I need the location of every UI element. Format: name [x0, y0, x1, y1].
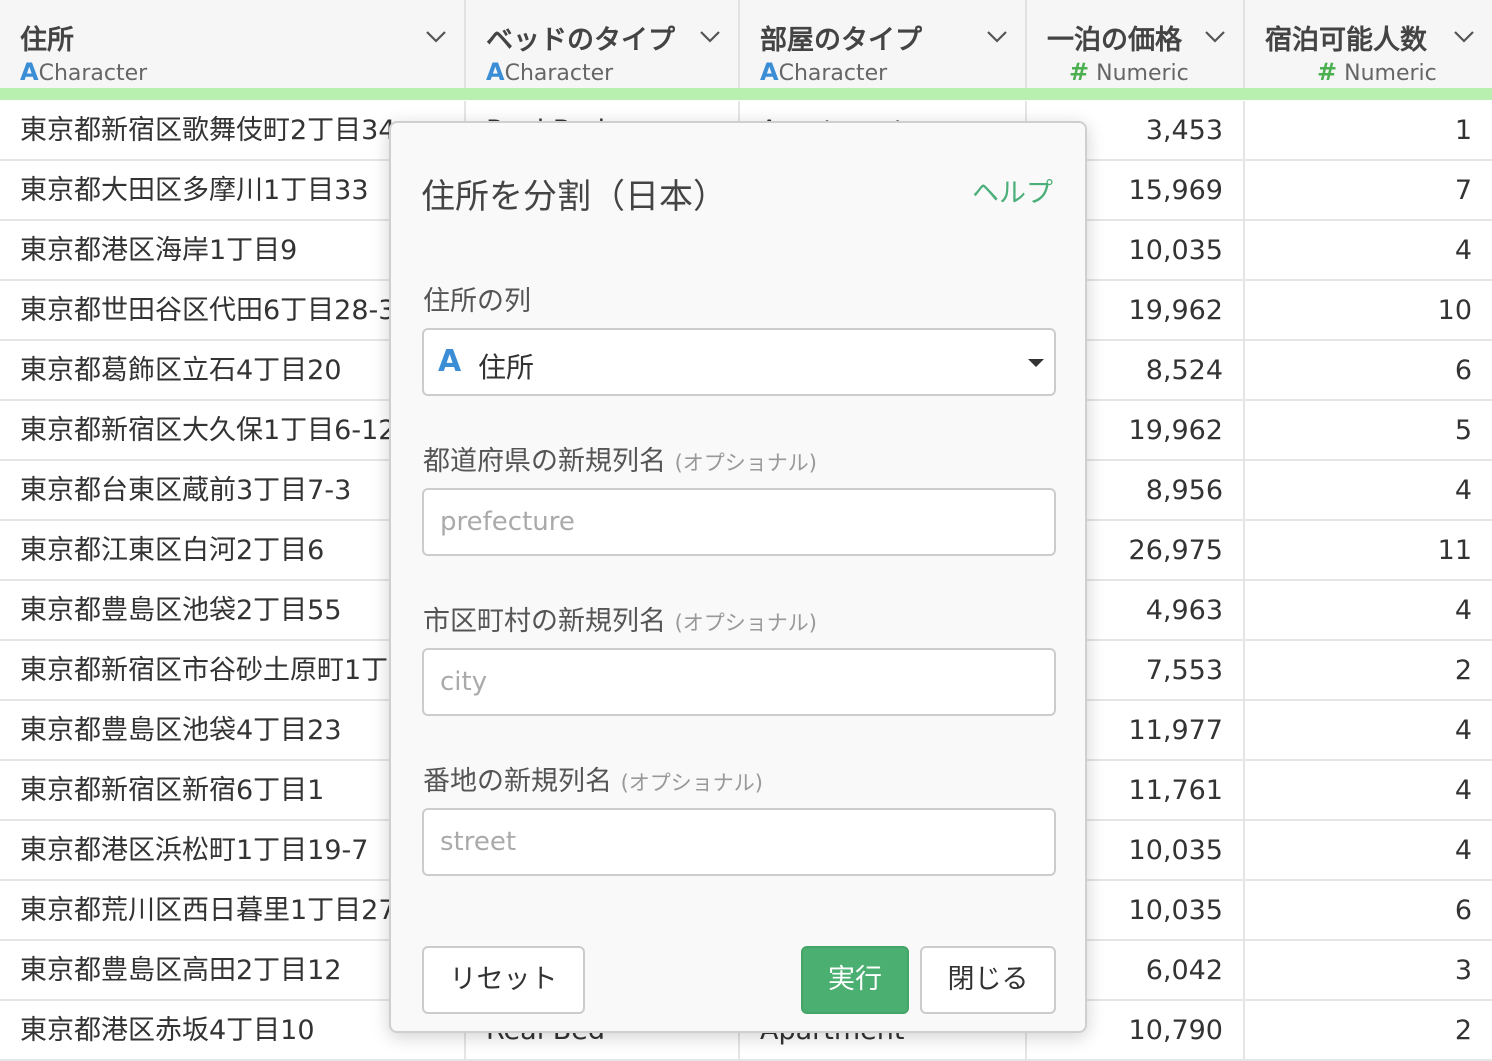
column-header-title: 宿泊可能人数	[1265, 25, 1427, 56]
chevron-down-icon[interactable]	[985, 26, 1009, 46]
column-header-title: 部屋のタイプ	[760, 25, 922, 56]
character-type-icon: A	[20, 58, 39, 86]
column-type-label: # Numeric	[1317, 58, 1437, 86]
table-cell-guests: 2	[1454, 655, 1472, 686]
address-column-select[interactable]: A 住所	[422, 328, 1056, 396]
column-header-title: ベッドのタイプ	[486, 25, 675, 56]
column-header-title: 一泊の価格	[1047, 25, 1182, 56]
table-cell-guests: 4	[1454, 835, 1472, 866]
split-address-dialog: 住所を分割（日本） ヘルプ 住所の列 A 住所 都道府県の新規列名 (オプショナ…	[389, 121, 1087, 1033]
street-label: 番地の新規列名 (オプショナル)	[423, 766, 763, 797]
character-type-icon: A	[438, 344, 462, 379]
table-cell-guests: 3	[1454, 955, 1472, 986]
column-type-label: # Numeric	[1069, 58, 1189, 86]
close-button[interactable]: 閉じる	[920, 946, 1056, 1014]
table-cell-guests: 2	[1454, 1015, 1472, 1046]
prefecture-label: 都道府県の新規列名 (オプショナル)	[423, 446, 817, 477]
optional-hint: (オプショナル)	[620, 771, 763, 795]
column-header-room-type[interactable]: 部屋のタイプ ACharacter	[740, 0, 1027, 88]
table-cell-guests: 4	[1454, 775, 1472, 806]
dialog-title: 住所を分割（日本）	[421, 177, 727, 217]
table-cell-guests: 5	[1454, 415, 1472, 446]
data-quality-bar	[0, 88, 1492, 100]
table-cell-guests: 4	[1454, 475, 1472, 506]
table-cell-guests: 4	[1454, 235, 1472, 266]
column-type-label: ACharacter	[760, 58, 888, 86]
help-link[interactable]: ヘルプ	[972, 171, 1053, 210]
column-header-price[interactable]: 一泊の価格 # Numeric	[1027, 0, 1245, 88]
table-cell-guests: 1	[1454, 115, 1472, 146]
column-header-bed-type[interactable]: ベッドのタイプ ACharacter	[466, 0, 740, 88]
numeric-type-icon: #	[1069, 58, 1090, 86]
numeric-type-icon: #	[1317, 58, 1338, 86]
address-column-label: 住所の列	[423, 286, 531, 317]
street-input[interactable]	[422, 808, 1056, 876]
column-type-label: ACharacter	[20, 58, 148, 86]
run-button[interactable]: 実行	[801, 946, 909, 1014]
table-cell-guests: 6	[1454, 895, 1472, 926]
table-cell-guests: 4	[1454, 715, 1472, 746]
reset-button[interactable]: リセット	[422, 946, 585, 1014]
column-header-title: 住所	[20, 25, 74, 56]
prefecture-input[interactable]	[422, 488, 1056, 556]
optional-hint: (オプショナル)	[674, 611, 817, 635]
chevron-down-icon[interactable]	[698, 26, 722, 46]
table-cell-guests: 7	[1454, 175, 1472, 206]
optional-hint: (オプショナル)	[674, 451, 817, 475]
table-cell-guests: 4	[1454, 595, 1472, 626]
address-column-value: 住所	[478, 351, 535, 384]
character-type-icon: A	[760, 58, 779, 86]
column-header-address[interactable]: 住所 ACharacter	[0, 0, 466, 88]
city-label: 市区町村の新規列名 (オプショナル)	[423, 606, 817, 637]
column-type-label: ACharacter	[486, 58, 614, 86]
caret-down-icon	[1028, 359, 1044, 367]
character-type-icon: A	[486, 58, 505, 86]
chevron-down-icon[interactable]	[424, 26, 448, 46]
table-cell-guests: 6	[1454, 355, 1472, 386]
column-header-guests[interactable]: 宿泊可能人数 # Numeric	[1245, 0, 1492, 88]
chevron-down-icon[interactable]	[1452, 26, 1476, 46]
city-input[interactable]	[422, 648, 1056, 716]
table-cell-guests: 11	[1437, 535, 1472, 566]
table-cell-guests: 10	[1437, 295, 1472, 326]
chevron-down-icon[interactable]	[1203, 26, 1227, 46]
